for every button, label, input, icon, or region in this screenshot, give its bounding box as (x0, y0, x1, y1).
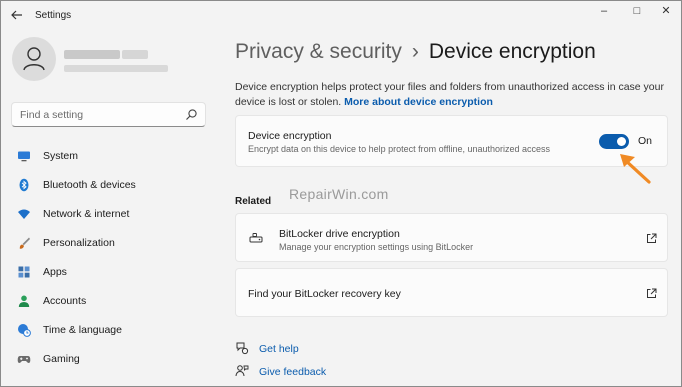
apps-icon (18, 266, 30, 278)
avatar[interactable] (12, 37, 56, 81)
open-external-icon[interactable] (646, 288, 657, 299)
back-arrow-icon[interactable] (8, 8, 26, 24)
sidebar-item-network[interactable]: Network & internet (0, 200, 220, 229)
sidebar-item-accounts[interactable]: Accounts (0, 287, 220, 316)
more-info-link[interactable]: More about device encryption (344, 96, 493, 108)
search-placeholder: Find a setting (20, 109, 84, 121)
sidebar-item-label: Personalization (43, 237, 115, 249)
sidebar-nav: System Bluetooth & devices Network & int… (0, 142, 220, 374)
user-email-blurred (64, 65, 168, 72)
maximize-button[interactable]: □ (623, 3, 651, 19)
sidebar-item-system[interactable]: System (0, 142, 220, 171)
globe-clock-icon (18, 324, 31, 337)
sidebar-item-label: Gaming (43, 353, 80, 365)
breadcrumb: Privacy & security › Device encryption (235, 40, 596, 64)
breadcrumb-parent[interactable]: Privacy & security (235, 40, 402, 63)
device-encryption-card: Device encryption Encrypt data on this d… (235, 115, 668, 167)
sidebar-item-label: Bluetooth & devices (43, 179, 136, 191)
related-heading: Related (235, 196, 272, 207)
search-icon (186, 109, 197, 120)
sidebar-item-apps[interactable]: Apps (0, 258, 220, 287)
toggle-state-label: On (638, 135, 653, 147)
annotation-arrow-icon (620, 154, 651, 184)
close-button[interactable]: ✕ (652, 3, 680, 19)
wifi-icon (18, 209, 30, 219)
setting-subtitle: Encrypt data on this device to help prot… (248, 144, 551, 154)
toggle-knob (617, 137, 626, 146)
feedback-icon (235, 365, 249, 377)
sidebar-item-label: Network & internet (43, 208, 130, 220)
bitlocker-card[interactable]: BitLocker drive encryption Manage your e… (235, 213, 668, 262)
bitlocker-subtitle: Manage your encryption settings using Bi… (279, 242, 474, 252)
page-description: Device encryption helps protect your fil… (235, 80, 665, 110)
app-title: Settings (35, 10, 72, 21)
search-input[interactable]: Find a setting (11, 102, 206, 127)
sidebar-item-label: System (43, 150, 79, 162)
monitor-icon (18, 151, 30, 162)
user-name-blurred (64, 50, 148, 59)
brush-icon (19, 237, 30, 249)
sidebar-item-bluetooth[interactable]: Bluetooth & devices (0, 171, 220, 200)
bluetooth-icon (19, 178, 29, 192)
minimize-button[interactable]: – (590, 3, 618, 19)
device-encryption-toggle[interactable] (599, 134, 629, 149)
sidebar-item-label: Apps (43, 266, 67, 278)
give-feedback-link[interactable]: Give feedback (259, 366, 326, 378)
gamepad-icon (17, 356, 31, 363)
open-external-icon[interactable] (646, 233, 657, 244)
watermark: RepairWin.com (289, 186, 389, 202)
sidebar-item-label: Accounts (43, 295, 87, 307)
recovery-key-card[interactable]: Find your BitLocker recovery key (235, 268, 668, 317)
sidebar-item-gaming[interactable]: Gaming (0, 345, 220, 374)
bitlocker-title: BitLocker drive encryption (279, 228, 400, 240)
get-help-link[interactable]: Get help (259, 343, 299, 355)
page-title: Device encryption (428, 40, 596, 63)
breadcrumb-separator: › (411, 40, 419, 63)
sidebar-item-personalization[interactable]: Personalization (0, 229, 220, 258)
setting-title: Device encryption (248, 130, 332, 142)
sidebar-item-label: Time & language (43, 324, 122, 336)
help-chat-icon (236, 342, 249, 355)
person-icon (23, 47, 45, 71)
recovery-key-title: Find your BitLocker recovery key (248, 288, 401, 300)
drive-lock-icon (249, 233, 263, 243)
title-bar: Settings – □ ✕ (0, 0, 682, 32)
person-icon (18, 295, 30, 307)
sidebar-item-time-language[interactable]: Time & language (0, 316, 220, 345)
